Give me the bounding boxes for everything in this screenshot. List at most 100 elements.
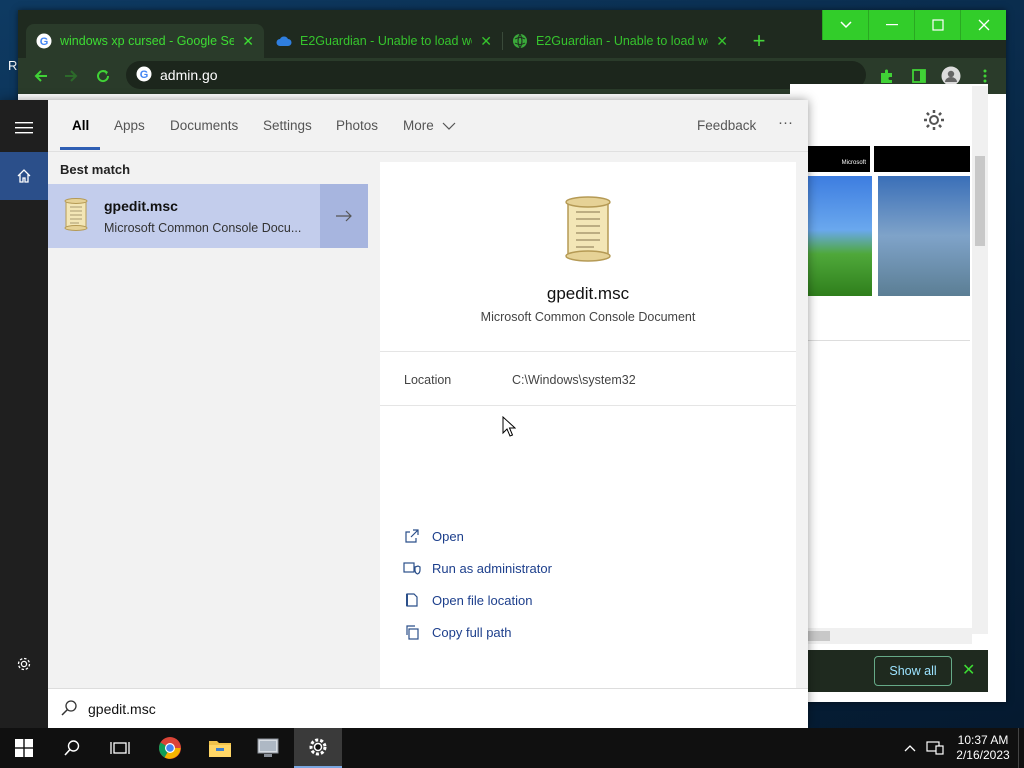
- action-label: Open: [432, 528, 464, 544]
- taskbar-search-button[interactable]: [48, 728, 96, 768]
- tab-google-search[interactable]: G windows xp cursed - Google Sea ✕: [26, 24, 264, 58]
- folder-icon: [209, 741, 231, 757]
- start-button[interactable]: [0, 728, 48, 768]
- new-tab-button[interactable]: +: [746, 28, 772, 54]
- vertical-scrollbar[interactable]: [972, 86, 988, 634]
- download-bar-close-icon[interactable]: ✕: [962, 660, 975, 680]
- action-run-as-admin[interactable]: Run as administrator: [402, 556, 552, 580]
- clock[interactable]: 10:37 AM 2/16/2023: [948, 733, 1018, 763]
- desktop-label: R: [8, 58, 18, 73]
- tab-e2guardian-1[interactable]: E2Guardian - Unable to load we ✕: [266, 24, 502, 58]
- tab-title: E2Guardian - Unable to load we: [300, 34, 473, 48]
- search-icon: [60, 699, 78, 720]
- tab-title: E2Guardian - Unable to load we: [536, 34, 709, 48]
- mouse-cursor-icon: [502, 415, 517, 441]
- results-list: Best match gpedit.msc Microsoft Common C…: [48, 152, 368, 688]
- filter-more-label: More: [403, 118, 434, 133]
- detail-type: Microsoft Common Console Document: [480, 310, 696, 324]
- chevron-down-icon: [839, 21, 852, 29]
- clock-date: 2/16/2023: [956, 748, 1010, 762]
- scrollbar-thumb[interactable]: [975, 156, 985, 246]
- search-icon: [64, 740, 80, 756]
- taskbar-chrome[interactable]: [146, 728, 194, 768]
- filter-apps[interactable]: Apps: [114, 118, 145, 133]
- image-thumbnail[interactable]: [874, 146, 970, 172]
- google-icon: G: [36, 33, 52, 49]
- tab-e2guardian-2[interactable]: E2Guardian - Unable to load we ✕: [502, 24, 738, 58]
- close-button[interactable]: [960, 10, 1006, 40]
- tab-search-button[interactable]: [822, 10, 868, 40]
- show-all-button[interactable]: Show all: [874, 656, 952, 686]
- globe-icon: [512, 33, 528, 49]
- tab-close-icon[interactable]: ✕: [716, 33, 728, 50]
- taskbar-settings[interactable]: [294, 728, 342, 768]
- network-icon[interactable]: [922, 740, 948, 756]
- filter-settings[interactable]: Settings: [263, 118, 312, 133]
- address-text: admin.go: [160, 67, 218, 83]
- maximize-button[interactable]: [914, 10, 960, 40]
- feedback-link[interactable]: Feedback: [697, 118, 756, 133]
- search-filter-bar: All Apps Documents Settings Photos More …: [48, 100, 808, 152]
- best-match-heading: Best match: [60, 162, 131, 177]
- more-options-icon[interactable]: ···: [778, 114, 793, 131]
- back-arrow-icon[interactable]: [30, 65, 52, 87]
- result-open-area[interactable]: gpedit.msc Microsoft Common Console Docu…: [48, 184, 319, 248]
- open-icon: [402, 526, 422, 546]
- gear-icon[interactable]: [922, 108, 946, 135]
- cloud-icon: [276, 33, 292, 49]
- forward-arrow-icon[interactable]: [60, 65, 82, 87]
- settings-gear-icon[interactable]: [0, 640, 48, 688]
- result-expand-button[interactable]: [320, 184, 368, 248]
- svg-text:G: G: [40, 36, 49, 48]
- image-thumbnail[interactable]: [878, 176, 970, 296]
- detail-location-row: Location C:\Windows\system32: [380, 352, 796, 406]
- settings-gear-icon: [309, 738, 327, 756]
- action-label: Copy full path: [432, 624, 512, 640]
- windows-logo-icon: [15, 739, 33, 757]
- taskbar-file-explorer[interactable]: [196, 728, 244, 768]
- shield-icon: [402, 558, 422, 578]
- horizontal-scrollbar[interactable]: [790, 628, 972, 644]
- folder-location-icon: [402, 590, 422, 610]
- search-box[interactable]: [48, 688, 808, 728]
- filter-photos[interactable]: Photos: [336, 118, 378, 133]
- maximize-icon: [931, 19, 944, 31]
- system-tray: 10:37 AM 2/16/2023: [898, 728, 1024, 768]
- divider: [790, 340, 970, 341]
- scroll-document-icon: [60, 198, 92, 235]
- best-match-result[interactable]: gpedit.msc Microsoft Common Console Docu…: [48, 184, 368, 248]
- download-bar: Show all ✕: [790, 650, 988, 692]
- detail-name: gpedit.msc: [546, 284, 630, 303]
- result-detail-pane: gpedit.msc Microsoft Common Console Docu…: [380, 162, 796, 688]
- location-label: Location: [404, 373, 452, 387]
- thumbnail-caption: Microsoft: [841, 160, 866, 166]
- action-label: Run as administrator: [432, 560, 552, 576]
- task-view-button[interactable]: [96, 728, 144, 768]
- tab-close-icon[interactable]: ✕: [242, 33, 254, 50]
- result-subtitle: Microsoft Common Console Docu...: [104, 221, 302, 235]
- tab-title: windows xp cursed - Google Sea: [60, 34, 235, 48]
- minimize-button[interactable]: [868, 10, 914, 40]
- result-name: gpedit.msc: [104, 198, 178, 214]
- show-desktop-button[interactable]: [1018, 728, 1024, 768]
- action-label: Open file location: [432, 592, 533, 608]
- search-input[interactable]: [88, 697, 688, 721]
- svg-text:G: G: [140, 69, 149, 81]
- action-open-file-location[interactable]: Open file location: [402, 588, 532, 612]
- filter-documents[interactable]: Documents: [170, 118, 238, 133]
- action-copy-full-path[interactable]: Copy full path: [402, 620, 512, 644]
- filter-all[interactable]: All: [72, 118, 89, 133]
- filter-more[interactable]: More: [403, 118, 456, 133]
- tab-close-icon[interactable]: ✕: [480, 33, 492, 50]
- home-icon[interactable]: [0, 152, 48, 200]
- action-open[interactable]: Open: [402, 524, 464, 548]
- reload-icon[interactable]: [92, 65, 114, 87]
- detail-header: gpedit.msc Microsoft Common Console Docu…: [380, 162, 796, 352]
- taskbar-remote-desktop[interactable]: [244, 728, 292, 768]
- chevron-up-icon[interactable]: [898, 744, 922, 752]
- task-view-icon: [110, 742, 130, 754]
- window-controls: [822, 10, 1006, 40]
- tab-bar: G windows xp cursed - Google Sea ✕ E2Gua…: [18, 10, 1006, 58]
- hamburger-menu-icon[interactable]: [0, 104, 48, 152]
- address-bar[interactable]: G admin.go: [126, 61, 866, 89]
